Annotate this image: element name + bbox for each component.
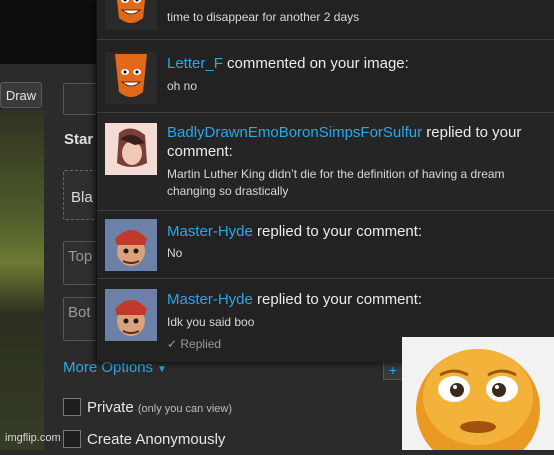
private-label: Private (only you can view) bbox=[87, 399, 232, 416]
notification-item[interactable]: Master-Hyde replied to your comment: No bbox=[97, 211, 554, 279]
orange-face-avatar[interactable] bbox=[105, 0, 157, 30]
notification-username[interactable]: Master-Hyde bbox=[167, 223, 253, 240]
anonymous-label: Create Anonymously bbox=[87, 431, 226, 448]
notification-username[interactable]: Letter_F bbox=[167, 55, 223, 72]
orange-face-avatar[interactable] bbox=[105, 52, 157, 104]
notification-item[interactable]: time to disappear for another 2 days bbox=[97, 0, 554, 40]
emoji-overlay-image bbox=[402, 337, 554, 455]
top-text-placeholder: Top bbox=[68, 248, 93, 265]
notification-username[interactable]: Master-Hyde bbox=[167, 291, 253, 308]
emo-avatar[interactable] bbox=[105, 123, 157, 175]
notification-title: BadlyDrawnEmoBoronSimpsForSulfur replied… bbox=[167, 123, 537, 161]
notifications-panel: time to disappear for another 2 days Let… bbox=[96, 0, 554, 362]
hyde-avatar[interactable] bbox=[105, 219, 157, 271]
draw-button[interactable]: Draw bbox=[0, 82, 42, 108]
plus-icon: + bbox=[388, 362, 398, 378]
start-label: Star bbox=[64, 131, 94, 148]
private-note: (only you can view) bbox=[137, 403, 233, 415]
notification-item[interactable]: BadlyDrawnEmoBoronSimpsForSulfur replied… bbox=[97, 113, 554, 211]
notification-body: oh no bbox=[167, 79, 198, 93]
notification-body: Martin Luther King didn’t die for the de… bbox=[167, 167, 505, 198]
notification-action: replied to your comment: bbox=[252, 291, 423, 308]
caret-down-icon: ▼ bbox=[157, 364, 167, 375]
add-text-button[interactable]: + bbox=[383, 360, 403, 380]
notification-body: Idk you said boo bbox=[167, 315, 255, 329]
notification-title: Master-Hyde replied to your comment: bbox=[167, 222, 537, 241]
replied-status: ✓ Replied bbox=[167, 337, 222, 351]
meme-image-preview bbox=[0, 110, 44, 450]
notification-username[interactable]: BadlyDrawnEmoBoronSimpsForSulfur bbox=[167, 124, 422, 141]
private-checkbox[interactable] bbox=[63, 398, 81, 416]
notification-action: replied to your comment: bbox=[252, 223, 423, 240]
blank-template-text: Bla bbox=[71, 189, 93, 206]
notification-action: commented on your image: bbox=[222, 55, 409, 72]
notification-body: time to disappear for another 2 days bbox=[167, 10, 360, 24]
background-dark-area bbox=[0, 0, 96, 64]
notification-item[interactable]: Letter_F commented on your image: oh no bbox=[97, 40, 554, 113]
private-label-text: Private bbox=[87, 399, 134, 416]
notification-body: No bbox=[167, 246, 183, 260]
anonymous-checkbox[interactable] bbox=[63, 430, 81, 448]
shocked-emoji-icon bbox=[402, 337, 554, 455]
notification-title: Letter_F commented on your image: bbox=[167, 54, 537, 73]
watermark: imgflip.com bbox=[5, 432, 61, 444]
notification-title: Master-Hyde replied to your comment: bbox=[167, 290, 537, 309]
bottom-text-placeholder: Bot bbox=[68, 304, 91, 321]
hyde-avatar[interactable] bbox=[105, 289, 157, 341]
